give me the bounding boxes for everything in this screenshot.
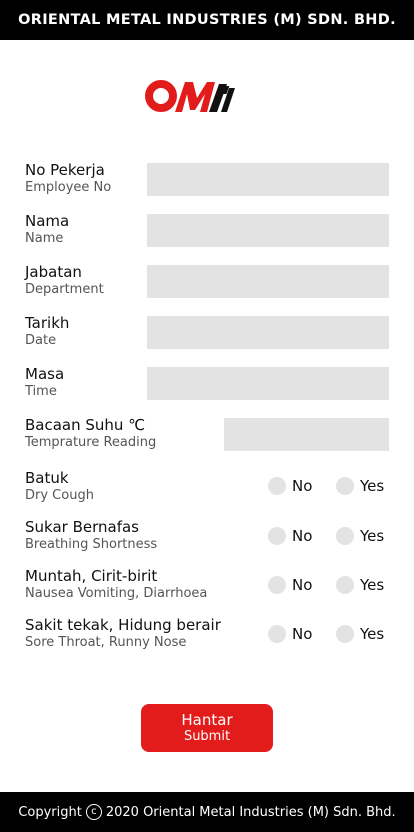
question-sublabel: Dry Cough	[25, 488, 94, 503]
date-label: Tarikh Date	[25, 314, 69, 350]
radio-label: No	[292, 477, 313, 495]
question-label: Sukar Bernafas	[25, 518, 139, 536]
temperature-field[interactable]	[224, 418, 389, 451]
radio-circle-icon	[268, 576, 286, 594]
field-sublabel: Temprature Reading	[25, 435, 157, 450]
radio-circle-icon	[268, 477, 286, 495]
field-sublabel: Date	[25, 333, 57, 348]
radio-circle-icon	[336, 477, 354, 495]
field-sublabel: Name	[25, 231, 64, 246]
radio-label: No	[292, 527, 313, 545]
field-label: Masa	[25, 365, 65, 383]
time-field[interactable]	[147, 367, 389, 400]
field-label: Tarikh	[25, 314, 70, 332]
question-label: Batuk	[25, 469, 69, 487]
field-sublabel: Employee No	[25, 180, 112, 195]
breathing-yes-radio[interactable]: Yes	[336, 527, 384, 545]
field-label: Nama	[25, 212, 70, 230]
radio-label: Yes	[360, 625, 385, 643]
question-label: Sakit tekak, Hidung berair	[25, 616, 221, 634]
breathing-label: Sukar Bernafas Breathing Shortness	[25, 518, 157, 554]
omi-logo	[145, 80, 235, 112]
submit-button[interactable]: Hantar Submit	[141, 704, 273, 752]
nausea-no-radio[interactable]: No	[268, 576, 312, 594]
sore-throat-label: Sakit tekak, Hidung berair Sore Throat, …	[25, 616, 221, 652]
field-sublabel: Time	[25, 384, 57, 399]
name-field[interactable]	[147, 214, 389, 247]
copyright-prefix: Copyright	[18, 804, 82, 820]
radio-label: Yes	[360, 576, 385, 594]
field-sublabel: Department	[25, 282, 104, 297]
nausea-yes-radio[interactable]: Yes	[336, 576, 384, 594]
sore-throat-yes-radio[interactable]: Yes	[336, 625, 384, 643]
dry-cough-no-radio[interactable]: No	[268, 477, 312, 495]
app-footer: Copyright c 2020 Oriental Metal Industri…	[0, 792, 414, 832]
time-label: Masa Time	[25, 365, 64, 401]
name-label: Nama Name	[25, 212, 69, 248]
radio-label: No	[292, 625, 313, 643]
radio-circle-icon	[336, 527, 354, 545]
nausea-label: Muntah, Cirit-birit Nausea Vomiting, Dia…	[25, 567, 207, 603]
submit-label: Hantar	[181, 711, 233, 729]
breathing-no-radio[interactable]: No	[268, 527, 312, 545]
copyright-icon: c	[85, 804, 102, 820]
field-label: Bacaan Suhu ℃	[25, 416, 146, 434]
radio-circle-icon	[268, 625, 286, 643]
field-label: Jabatan	[25, 263, 82, 281]
app-header: ORIENTAL METAL INDUSTRIES (M) SDN. BHD.	[0, 0, 414, 40]
radio-circle-icon	[268, 527, 286, 545]
radio-label: Yes	[360, 527, 385, 545]
copyright-text: 2020 Oriental Metal Industries (M) Sdn. …	[105, 804, 396, 820]
submit-sublabel: Submit	[183, 729, 231, 744]
employee-no-field[interactable]	[147, 163, 389, 196]
field-label: No Pekerja	[25, 161, 105, 179]
radio-label: No	[292, 576, 313, 594]
question-sublabel: Breathing Shortness	[25, 537, 158, 552]
question-sublabel: Sore Throat, Runny Nose	[25, 635, 187, 650]
question-label: Muntah, Cirit-birit	[25, 567, 158, 585]
temperature-label: Bacaan Suhu ℃ Temprature Reading	[25, 416, 156, 452]
company-title: ORIENTAL METAL INDUSTRIES (M) SDN. BHD.	[18, 12, 396, 28]
date-field[interactable]	[147, 316, 389, 349]
radio-label: Yes	[360, 477, 385, 495]
question-sublabel: Nausea Vomiting, Diarrhoea	[25, 586, 208, 601]
radio-circle-icon	[336, 576, 354, 594]
department-field[interactable]	[147, 265, 389, 298]
sore-throat-no-radio[interactable]: No	[268, 625, 312, 643]
radio-circle-icon	[336, 625, 354, 643]
department-label: Jabatan Department	[25, 263, 104, 299]
dry-cough-label: Batuk Dry Cough	[25, 469, 94, 505]
dry-cough-yes-radio[interactable]: Yes	[336, 477, 384, 495]
employee-no-label: No Pekerja Employee No	[25, 161, 111, 197]
